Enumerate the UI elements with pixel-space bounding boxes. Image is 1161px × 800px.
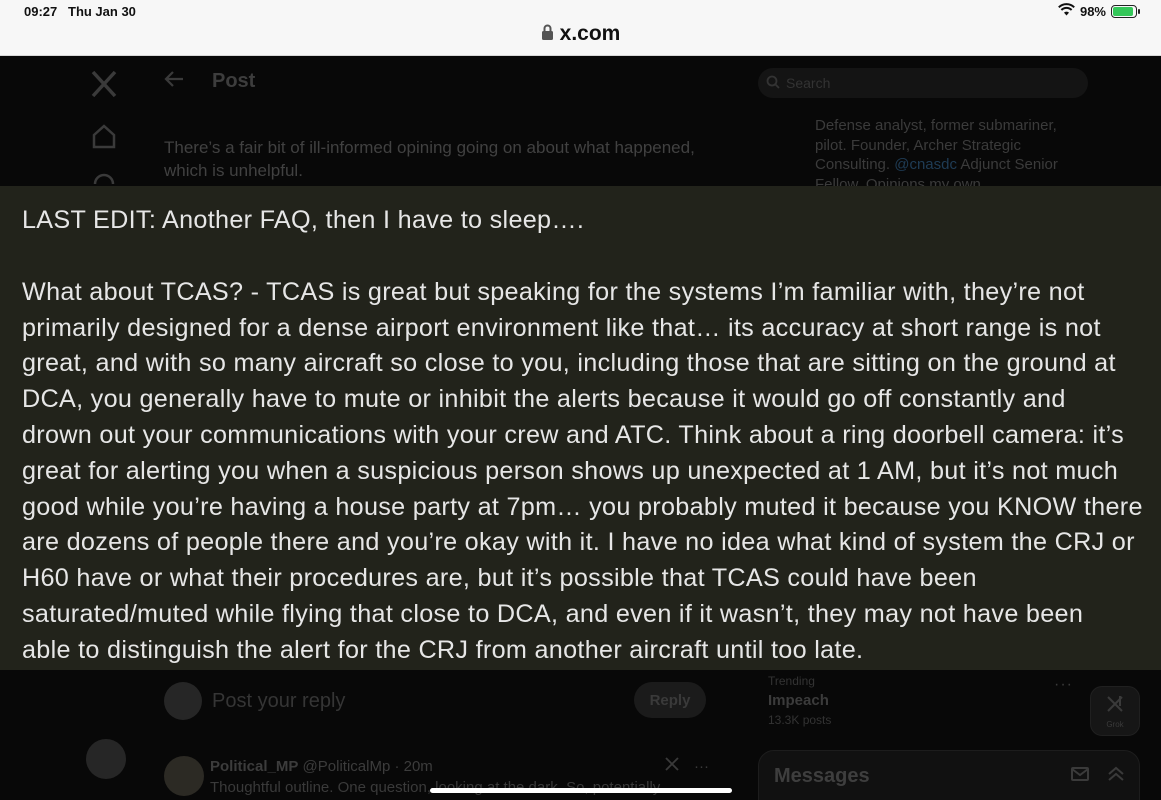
- messages-drawer[interactable]: Messages: [758, 750, 1140, 800]
- overlay-line: What about TCAS? - TCAS is great but spe…: [22, 277, 1085, 306]
- reply-author-handle: @PoliticalMp · 20m: [302, 758, 433, 775]
- trend-title[interactable]: Impeach: [768, 692, 829, 709]
- trend-category: Trending: [768, 674, 815, 688]
- overlay-line: primarily designed for a dense airport e…: [22, 313, 1101, 342]
- battery-fill: [1113, 6, 1133, 16]
- reply-input[interactable]: Post your reply: [212, 690, 345, 713]
- overlay-line: are dozens of people there and you’re ok…: [22, 528, 1135, 557]
- grok-icon[interactable]: [664, 756, 680, 776]
- search-icon: [766, 75, 780, 92]
- lock-icon: [541, 24, 554, 45]
- browser-top-bar: 09:27 Thu Jan 30 98% x.com: [0, 0, 1161, 56]
- more-options-icon[interactable]: ···: [1054, 676, 1073, 694]
- post-header: Post: [164, 70, 255, 93]
- home-icon[interactable]: [90, 122, 122, 154]
- battery-icon: [1111, 4, 1140, 18]
- post-body-text: There’s a fair bit of ill-informed opini…: [164, 138, 695, 180]
- grok-button[interactable]: Grok: [1090, 686, 1140, 736]
- page-title: Post: [212, 70, 256, 92]
- status-right-group: 98%: [1058, 3, 1140, 19]
- overlay-line: saturated/muted while flying that close …: [22, 599, 1084, 628]
- home-indicator[interactable]: [430, 788, 732, 793]
- reply-tweet-tools: ···: [664, 756, 709, 776]
- chevron-up-icon[interactable]: [1107, 765, 1125, 788]
- profile-bio: Defense analyst, former submariner, pilo…: [815, 116, 1075, 194]
- account-avatar[interactable]: [86, 739, 126, 779]
- overlay-line: H60 have or what their procedures are, b…: [22, 564, 977, 593]
- reply-composer: Post your reply Reply: [164, 682, 706, 722]
- messages-title: Messages: [774, 765, 870, 787]
- overlay-line: great for alerting you when a suspicious…: [22, 456, 1119, 485]
- trend-post-count: 13.3K posts: [768, 713, 832, 727]
- avatar: [164, 682, 202, 720]
- battery-percent: 98%: [1079, 3, 1106, 19]
- status-time: 09:27: [24, 4, 58, 19]
- expanded-text-overlay: LAST EDIT: Another FAQ, then I have to s…: [0, 186, 1161, 670]
- x-logo-icon[interactable]: [90, 70, 122, 102]
- reply-tweet-header: Political_MP @PoliticalMp · 20m: [210, 758, 433, 775]
- overlay-line: great, and with so many aircraft so clos…: [22, 349, 1116, 378]
- wifi-icon: [1058, 3, 1075, 19]
- messages-actions: [1071, 765, 1125, 788]
- more-options-icon[interactable]: ···: [694, 758, 709, 775]
- status-date: Thu Jan 30: [68, 4, 136, 19]
- overlay-line: able to distinguish the alert for the CR…: [22, 635, 864, 664]
- address-bar[interactable]: x.com: [0, 22, 1161, 46]
- overlay-heading: LAST EDIT: Another FAQ, then I have to s…: [22, 206, 585, 234]
- new-message-icon[interactable]: [1071, 765, 1091, 788]
- overlay-line: DCA, you generally have to mute or inhib…: [22, 385, 1066, 414]
- overlay-line: good while you’re having a house party a…: [22, 492, 1143, 521]
- overlay-line: drown out your communications with your …: [22, 420, 1124, 449]
- battery-cap: [1138, 8, 1140, 14]
- grok-icon: [1105, 694, 1125, 719]
- reply-author-name[interactable]: Political_MP: [210, 758, 298, 775]
- search-input[interactable]: Search: [758, 68, 1088, 98]
- url-text: x.com: [559, 22, 621, 45]
- back-arrow-icon[interactable]: [164, 70, 184, 93]
- avatar[interactable]: [164, 756, 204, 796]
- bio-mention-link[interactable]: @cnasdc: [894, 156, 957, 173]
- grok-label: Grok: [1106, 719, 1124, 729]
- reply-button[interactable]: Reply: [634, 682, 706, 718]
- search-placeholder: Search: [786, 75, 831, 91]
- screen: 09:27 Thu Jan 30 98% x.com Post There’s …: [0, 0, 1161, 800]
